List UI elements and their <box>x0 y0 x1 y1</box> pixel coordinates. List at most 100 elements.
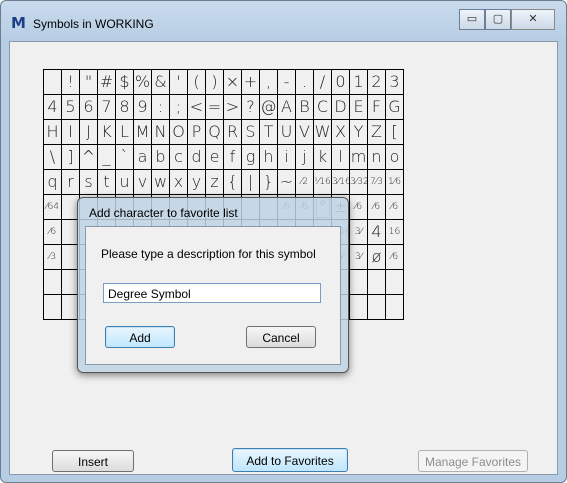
symbol-cell[interactable]: Q <box>206 120 224 145</box>
symbol-cell[interactable]: m <box>350 145 368 170</box>
symbol-cell[interactable]: / <box>314 70 332 95</box>
symbol-cell[interactable]: ( <box>188 70 206 95</box>
symbol-cell[interactable]: R <box>224 120 242 145</box>
symbol-cell[interactable]: ⁄2 <box>296 170 314 195</box>
symbol-cell[interactable]: d <box>188 145 206 170</box>
symbol-cell[interactable]: v <box>134 170 152 195</box>
symbol-cell[interactable] <box>368 295 386 320</box>
symbol-cell[interactable]: } <box>260 170 278 195</box>
symbol-cell[interactable]: n <box>368 145 386 170</box>
symbol-cell[interactable]: $ <box>116 70 134 95</box>
symbol-cell[interactable]: ! <box>62 70 80 95</box>
symbol-cell[interactable] <box>368 270 386 295</box>
symbol-cell[interactable] <box>386 270 404 295</box>
symbol-cell[interactable]: < <box>188 95 206 120</box>
symbol-cell[interactable]: F <box>368 95 386 120</box>
symbol-cell[interactable]: t <box>98 170 116 195</box>
manage-favorites-button[interactable]: Manage Favorites <box>418 450 528 472</box>
description-input[interactable]: Degree Symbol <box>103 283 321 303</box>
symbol-cell[interactable]: 1⁄6 <box>386 170 404 195</box>
symbol-cell[interactable]: e <box>206 145 224 170</box>
symbol-cell[interactable]: 6 <box>80 95 98 120</box>
symbol-cell[interactable]: ⁄6 <box>386 245 404 270</box>
symbol-cell[interactable]: ⁄6 <box>44 220 62 245</box>
symbol-cell[interactable]: 0 <box>332 70 350 95</box>
symbol-cell[interactable] <box>350 270 368 295</box>
symbol-cell[interactable]: & <box>152 70 170 95</box>
symbol-cell[interactable]: W <box>314 120 332 145</box>
symbol-cell[interactable]: M <box>134 120 152 145</box>
symbol-cell[interactable]: U <box>278 120 296 145</box>
symbol-cell[interactable]: J <box>80 120 98 145</box>
symbol-cell[interactable]: g <box>242 145 260 170</box>
insert-button[interactable]: Insert <box>52 450 134 472</box>
symbol-cell[interactable]: H <box>44 120 62 145</box>
symbol-cell[interactable]: % <box>134 70 152 95</box>
symbol-cell[interactable]: E <box>350 95 368 120</box>
symbol-cell[interactable]: 4 <box>368 220 386 245</box>
symbol-cell[interactable]: 7 <box>98 95 116 120</box>
symbol-cell[interactable]: O <box>170 120 188 145</box>
symbol-cell[interactable]: : <box>152 95 170 120</box>
symbol-cell[interactable]: 3 <box>386 70 404 95</box>
symbol-cell[interactable]: | <box>242 170 260 195</box>
symbol-cell[interactable]: ? <box>242 95 260 120</box>
add-to-favorites-button[interactable]: Add to Favorites <box>232 448 348 472</box>
symbol-cell[interactable]: y <box>188 170 206 195</box>
symbol-cell[interactable]: ' <box>170 70 188 95</box>
dialog-cancel-button[interactable]: Cancel <box>246 326 316 348</box>
symbol-cell[interactable]: f <box>224 145 242 170</box>
symbol-cell[interactable] <box>386 295 404 320</box>
symbol-cell[interactable]: I <box>62 120 80 145</box>
minimize-button[interactable]: ▭ <box>459 9 485 30</box>
symbol-cell[interactable]: j <box>296 145 314 170</box>
symbol-cell[interactable]: 3⁄32 <box>350 170 368 195</box>
symbol-cell[interactable]: 3⁄16 <box>332 170 350 195</box>
symbol-cell[interactable]: 8 <box>116 95 134 120</box>
symbol-cell[interactable]: ` <box>116 145 134 170</box>
symbol-cell[interactable]: 3⁄ <box>350 220 368 245</box>
symbol-cell[interactable]: ~ <box>278 170 296 195</box>
symbol-cell[interactable]: b <box>152 145 170 170</box>
symbol-cell[interactable]: - <box>278 70 296 95</box>
symbol-cell[interactable]: 2 <box>368 70 386 95</box>
symbol-cell[interactable]: c <box>170 145 188 170</box>
symbol-cell[interactable] <box>350 295 368 320</box>
symbol-cell[interactable]: C <box>314 95 332 120</box>
symbol-cell[interactable]: _ <box>98 145 116 170</box>
symbol-cell[interactable]: 5 <box>62 95 80 120</box>
symbol-cell[interactable]: . <box>296 70 314 95</box>
symbol-cell[interactable] <box>44 295 62 320</box>
symbol-cell[interactable]: L <box>116 120 134 145</box>
symbol-cell[interactable]: x <box>170 170 188 195</box>
symbol-cell[interactable] <box>44 70 62 95</box>
symbol-cell[interactable]: ⁄6 <box>368 195 386 220</box>
symbol-cell[interactable]: ; <box>170 95 188 120</box>
symbol-cell[interactable]: ^ <box>80 145 98 170</box>
symbol-cell[interactable]: ] <box>62 145 80 170</box>
symbol-cell[interactable]: 3⁄ <box>350 245 368 270</box>
symbol-cell[interactable]: , <box>260 70 278 95</box>
symbol-cell[interactable]: [ <box>386 120 404 145</box>
symbol-cell[interactable]: \ <box>44 145 62 170</box>
symbol-cell[interactable]: ⁄3 <box>44 245 62 270</box>
symbol-cell[interactable]: T <box>260 120 278 145</box>
symbol-cell[interactable]: { <box>224 170 242 195</box>
symbol-cell[interactable]: Z <box>368 120 386 145</box>
symbol-cell[interactable]: 7⁄3 <box>368 170 386 195</box>
symbol-cell[interactable]: " <box>80 70 98 95</box>
symbol-cell[interactable]: ⁄64 <box>44 195 62 220</box>
symbol-cell[interactable]: 4 <box>44 95 62 120</box>
symbol-cell[interactable]: S <box>242 120 260 145</box>
symbol-cell[interactable]: P <box>188 120 206 145</box>
symbol-cell[interactable]: × <box>224 70 242 95</box>
symbol-cell[interactable]: h <box>260 145 278 170</box>
symbol-cell[interactable]: 16 <box>386 220 404 245</box>
symbol-cell[interactable]: ⁄6 <box>350 195 368 220</box>
symbol-cell[interactable]: q <box>44 170 62 195</box>
symbol-cell[interactable]: ⁄6 <box>386 195 404 220</box>
symbol-cell[interactable]: z <box>206 170 224 195</box>
symbol-cell[interactable]: G <box>386 95 404 120</box>
symbol-cell[interactable]: r <box>62 170 80 195</box>
symbol-cell[interactable]: i <box>278 145 296 170</box>
